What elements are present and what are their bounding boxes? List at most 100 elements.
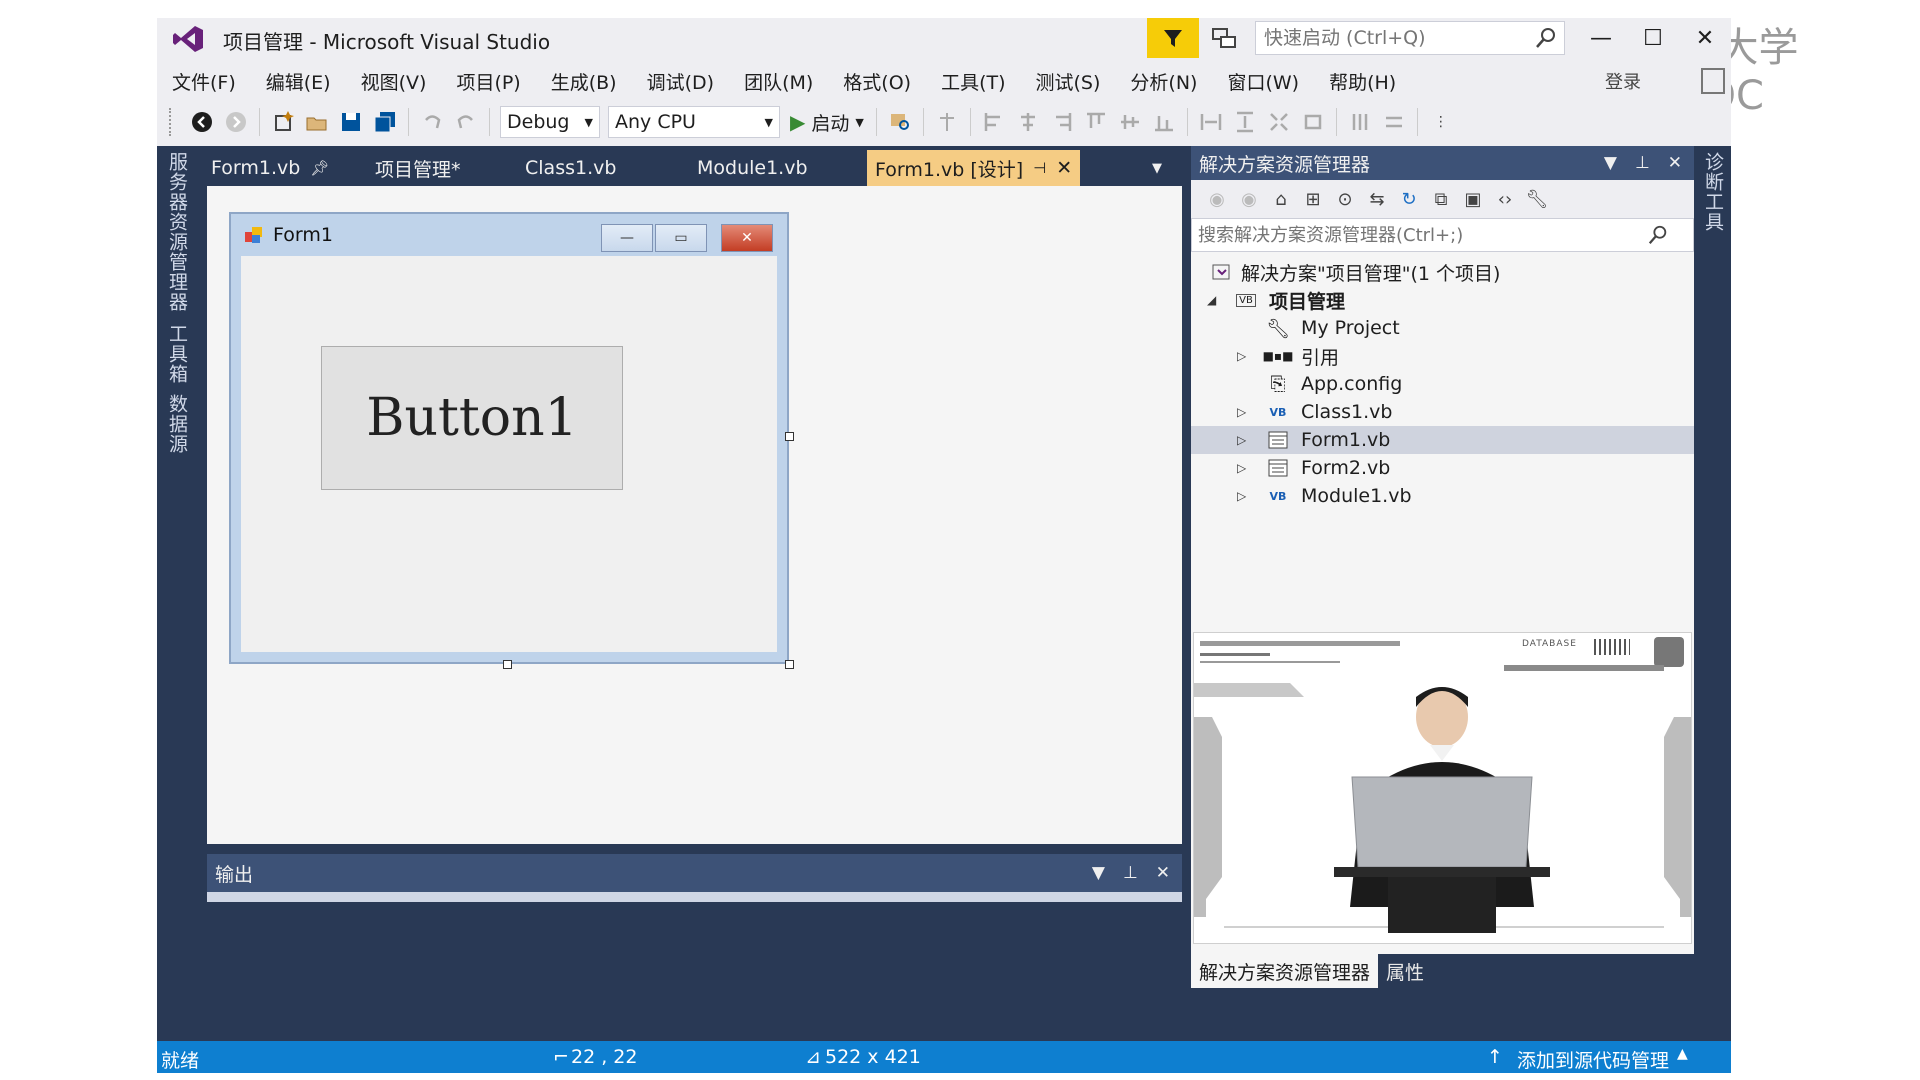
form-maximize-button[interactable]: ▭: [655, 224, 707, 252]
solution-platform-dropdown[interactable]: Any CPU ▼: [608, 106, 780, 138]
collapsed-arrow-icon[interactable]: ▷: [1237, 349, 1246, 363]
tree-item-module1[interactable]: ▷ VB Module1.vb: [1191, 482, 1694, 510]
form-designer-surface[interactable]: Form1 — ▭ ✕ Button1: [207, 186, 1182, 844]
quick-launch-input[interactable]: [1256, 22, 1526, 54]
menu-item-3[interactable]: 项目(P): [441, 68, 535, 95]
tree-item-solution[interactable]: 解决方案"项目管理"(1 个项目): [1191, 258, 1694, 286]
login-link[interactable]: 登录: [1605, 68, 1641, 94]
navigate-back-icon[interactable]: [189, 109, 215, 135]
home-icon[interactable]: ⌂: [1267, 185, 1295, 213]
quick-launch-box[interactable]: [1255, 21, 1565, 55]
tree-item-form2[interactable]: ▷ Form2.vb: [1191, 454, 1694, 482]
add-to-source-control-button[interactable]: 添加到源代码管理: [1517, 1046, 1669, 1073]
tab-project-properties[interactable]: 项目管理*: [375, 150, 461, 186]
menu-item-5[interactable]: 调试(D): [632, 68, 729, 95]
menu-item-2[interactable]: 视图(V): [346, 68, 442, 95]
open-file-icon[interactable]: [304, 109, 330, 135]
resize-handle-bottom[interactable]: [503, 660, 512, 669]
switch-views-icon[interactable]: ⊞: [1299, 185, 1327, 213]
toolbar-grip[interactable]: [169, 108, 175, 136]
undo-icon[interactable]: [419, 109, 445, 135]
form1-window[interactable]: Form1 — ▭ ✕ Button1: [229, 212, 789, 664]
tree-item-my-project[interactable]: 🔧︎ My Project: [1191, 314, 1694, 342]
menu-item-1[interactable]: 编辑(E): [251, 68, 346, 95]
align-tops-icon[interactable]: [1083, 109, 1109, 135]
menu-item-8[interactable]: 工具(T): [926, 68, 1020, 95]
show-all-files-icon[interactable]: ▣: [1459, 185, 1487, 213]
solution-config-dropdown[interactable]: Debug ▼: [500, 106, 600, 138]
expanded-arrow-icon[interactable]: ◢: [1207, 293, 1216, 307]
align-middles-icon[interactable]: [1117, 109, 1143, 135]
tree-item-form1[interactable]: ▷ Form1.vb: [1191, 426, 1694, 454]
chevron-down-icon[interactable]: ▼: [1092, 863, 1105, 883]
vertical-spacing-icon[interactable]: [1381, 109, 1407, 135]
pin-icon[interactable]: ⊥: [1123, 863, 1138, 883]
collapsed-arrow-icon[interactable]: ▷: [1237, 461, 1246, 475]
notification-filter-button[interactable]: [1147, 18, 1199, 58]
size-to-grid-icon[interactable]: [1266, 109, 1292, 135]
redo-icon[interactable]: [453, 109, 479, 135]
minimize-button[interactable]: —: [1575, 18, 1627, 58]
account-icon[interactable]: [1701, 68, 1725, 94]
collapsed-arrow-icon[interactable]: ▷: [1237, 489, 1246, 503]
solution-search-input[interactable]: [1192, 219, 1640, 251]
forward-icon[interactable]: ◉: [1235, 185, 1263, 213]
start-debugging-button[interactable]: ▶ 启动 ▼: [784, 109, 870, 136]
feedback-icon[interactable]: [1209, 24, 1239, 54]
maximize-button[interactable]: ☐: [1627, 18, 1679, 58]
menu-item-12[interactable]: 帮助(H): [1314, 68, 1411, 95]
make-same-width-icon[interactable]: [1198, 109, 1224, 135]
horizontal-spacing-icon[interactable]: [1347, 109, 1373, 135]
pin-icon[interactable]: ⊣: [1033, 159, 1046, 177]
pin-icon[interactable]: 📌︎: [310, 159, 329, 177]
menu-item-11[interactable]: 窗口(W): [1212, 68, 1314, 95]
menu-item-10[interactable]: 分析(N): [1115, 68, 1212, 95]
form1-client-area[interactable]: Button1: [241, 256, 777, 652]
menu-item-9[interactable]: 测试(S): [1021, 68, 1116, 95]
tab-class1-vb[interactable]: Class1.vb: [525, 150, 616, 186]
tree-item-project[interactable]: ◢ VB 项目管理: [1191, 286, 1694, 314]
diagnostic-tools-tab[interactable]: 诊断工具: [1701, 152, 1727, 232]
form1-title-bar[interactable]: Form1 — ▭ ✕: [231, 214, 787, 256]
menu-item-7[interactable]: 格式(O): [828, 68, 926, 95]
tree-item-class1[interactable]: ▷ VB Class1.vb: [1191, 398, 1694, 426]
tab-module1-vb[interactable]: Module1.vb: [697, 150, 808, 186]
collapse-all-icon[interactable]: ⧉: [1427, 185, 1455, 213]
refresh-icon[interactable]: ↻: [1395, 185, 1423, 213]
save-all-icon[interactable]: [372, 109, 398, 135]
find-in-files-icon[interactable]: [887, 109, 913, 135]
make-same-size-icon[interactable]: [1300, 109, 1326, 135]
chevron-down-icon[interactable]: ▼: [1604, 153, 1617, 173]
properties-wrench-icon[interactable]: 🔧︎: [1523, 185, 1551, 213]
make-same-height-icon[interactable]: [1232, 109, 1258, 135]
menu-item-6[interactable]: 团队(M): [729, 68, 828, 95]
align-to-grid-icon[interactable]: [934, 109, 960, 135]
form-minimize-button[interactable]: —: [601, 224, 653, 252]
tab-form1-vb[interactable]: Form1.vb 📌︎: [211, 150, 329, 186]
new-project-icon[interactable]: [270, 109, 296, 135]
menu-item-0[interactable]: 文件(F): [157, 68, 251, 95]
output-panel-header[interactable]: 输出 ▼ ⊥ ✕: [207, 854, 1182, 892]
chevron-up-icon[interactable]: ▲: [1677, 1046, 1688, 1062]
solution-explorer-header[interactable]: 解决方案资源管理器 ▼ ⊥ ✕: [1191, 146, 1694, 180]
tab-overflow-dropdown[interactable]: ▼: [1152, 150, 1162, 186]
align-bottoms-icon[interactable]: [1151, 109, 1177, 135]
navigate-forward-icon[interactable]: [223, 109, 249, 135]
menu-item-4[interactable]: 生成(B): [536, 68, 632, 95]
solution-search-box[interactable]: [1191, 218, 1694, 252]
close-icon[interactable]: ✕: [1668, 153, 1682, 173]
close-icon[interactable]: ✕: [1156, 863, 1170, 883]
button1-control[interactable]: Button1: [321, 346, 623, 490]
tab-properties[interactable]: 属性: [1378, 954, 1432, 988]
align-rights-icon[interactable]: [1049, 109, 1075, 135]
close-button[interactable]: ✕: [1679, 18, 1731, 58]
sync-icon[interactable]: ⇆: [1363, 185, 1391, 213]
collapsed-arrow-icon[interactable]: ▷: [1237, 405, 1246, 419]
close-tab-icon[interactable]: ✕: [1056, 157, 1072, 179]
toolbox-tab[interactable]: 工具箱: [165, 324, 191, 384]
collapsed-arrow-icon[interactable]: ▷: [1237, 433, 1246, 447]
align-centers-icon[interactable]: [1015, 109, 1041, 135]
view-code-icon[interactable]: ‹›: [1491, 185, 1519, 213]
tab-form1-designer[interactable]: Form1.vb [设计] ⊣ ✕: [867, 150, 1081, 186]
form-close-button[interactable]: ✕: [721, 224, 773, 252]
